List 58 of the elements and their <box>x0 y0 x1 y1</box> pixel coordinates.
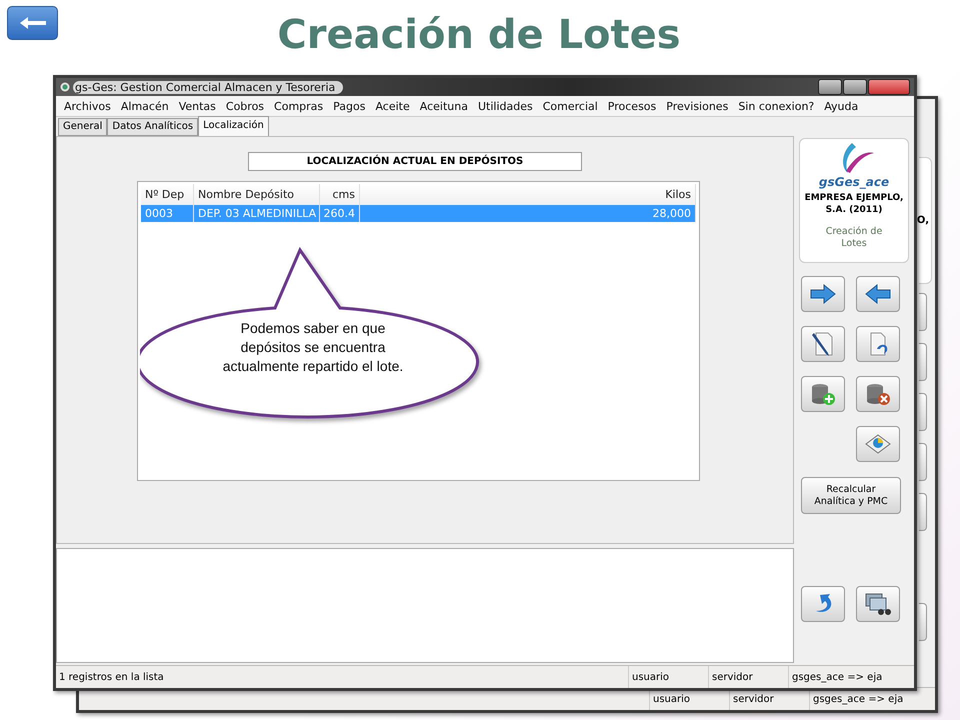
right-arrow-icon <box>808 281 838 307</box>
minimize-button[interactable] <box>818 79 842 95</box>
left-arrow-icon <box>863 281 893 307</box>
back-button[interactable] <box>7 6 58 40</box>
maximize-button[interactable] <box>843 79 867 95</box>
status-text: usuario <box>628 666 708 688</box>
menu-item[interactable]: Aceituna <box>414 100 473 112</box>
edit-button[interactable] <box>801 326 845 362</box>
close-button[interactable] <box>868 79 910 95</box>
back-arrow-icon <box>18 16 48 30</box>
table-cell: 0003 <box>141 205 194 222</box>
delete-record-button[interactable] <box>856 376 900 412</box>
table-cell: 28,000 <box>360 205 696 222</box>
windows-binoculars-icon <box>863 591 893 617</box>
undo-document-button[interactable] <box>856 326 900 362</box>
menu-item[interactable]: Aceite <box>370 100 415 112</box>
button-edge <box>919 603 927 641</box>
table-cell: 260.4 <box>320 205 360 222</box>
tab[interactable]: Localización <box>198 116 269 136</box>
menu-item[interactable]: Cobros <box>220 100 270 112</box>
previous-button[interactable] <box>856 276 900 312</box>
menu-item[interactable]: Compras <box>269 100 328 112</box>
menu-item[interactable]: Procesos <box>602 100 662 112</box>
company-name: EMPRESA EJEMPLO, S.A. (2011) <box>804 192 904 216</box>
slide-title: Creación de Lotes <box>276 12 682 58</box>
tab[interactable]: Datos Analíticos <box>107 118 198 136</box>
add-record-button[interactable] <box>801 376 845 412</box>
button-edge <box>919 293 927 331</box>
return-button[interactable] <box>801 586 845 622</box>
status-text: gsges_ace => eja <box>788 666 914 688</box>
button-edge <box>919 493 927 531</box>
report-button[interactable] <box>856 426 900 462</box>
callout-text: Podemos saber en que depósitos se encuentra actualmente repartido el lote. <box>222 319 404 376</box>
button-edge <box>919 443 927 481</box>
menu-item[interactable]: Almacén <box>116 100 174 112</box>
app-name: gsGes_ace <box>818 175 890 189</box>
button-edge <box>919 393 927 431</box>
recalculate-button[interactable]: Recalcular Analítica y PMC <box>801 477 901 514</box>
menu-item[interactable]: Pagos <box>328 100 370 112</box>
status-text: servidor <box>708 666 788 688</box>
card-fragment: O, <box>919 157 932 284</box>
table-cell: DEP. 03 ALMEDINILLA <box>194 205 320 222</box>
menu-item[interactable]: Previsiones <box>661 100 734 112</box>
menu-item[interactable]: Ventas <box>174 100 221 112</box>
menu-item[interactable]: Ayuda <box>819 100 864 112</box>
tab[interactable]: General <box>58 118 108 136</box>
app-icon <box>60 82 70 92</box>
button-edge <box>919 343 927 381</box>
search-windows-button[interactable] <box>856 586 900 622</box>
menu-item[interactable]: Sin conexion? <box>733 100 820 112</box>
next-button[interactable] <box>801 276 845 312</box>
section-title: LOCALIZACIÓN ACTUAL EN DEPÓSITOS <box>248 152 582 171</box>
menu-item[interactable]: Comercial <box>538 100 603 112</box>
window-title: gs-Ges: Gestion Comercial Almacen y Tesoreria <box>73 80 344 94</box>
status-text: 1 registros en la lista <box>58 670 165 684</box>
menu-item[interactable]: Archivos <box>59 100 116 112</box>
menu-item[interactable]: Utilidades <box>472 100 538 112</box>
module-name: Creación de Lotes <box>824 226 884 250</box>
